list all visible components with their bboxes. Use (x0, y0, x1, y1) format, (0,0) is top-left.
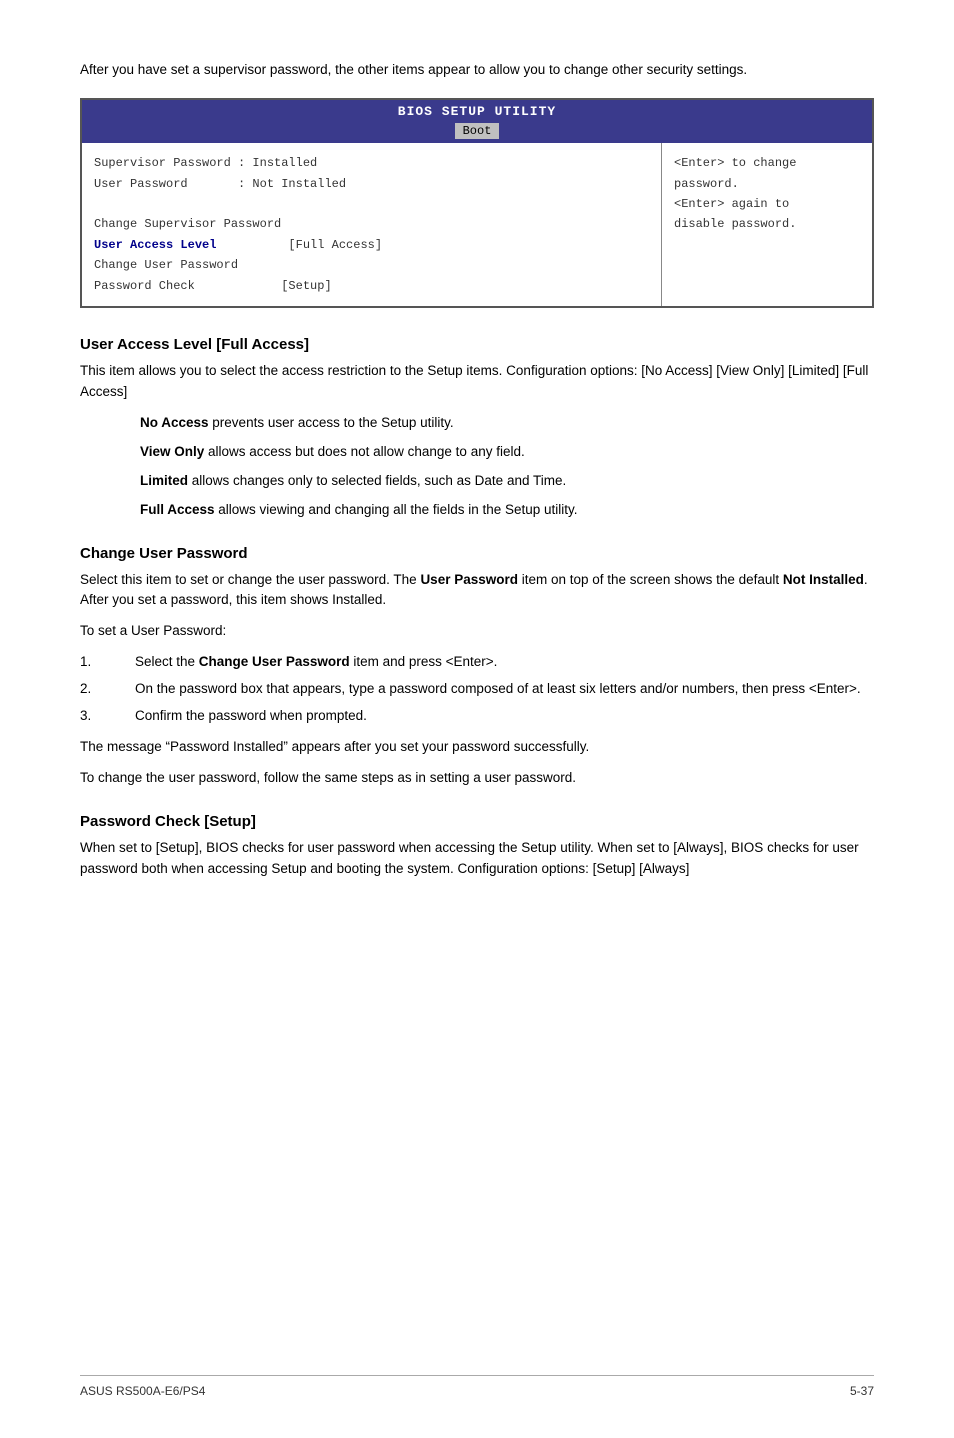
intro-paragraph: After you have set a supervisor password… (80, 60, 874, 80)
bios-hint-2: password. (674, 174, 860, 194)
item-num-3: 3. (80, 706, 135, 727)
numbered-list: 1. Select the Change User Password item … (80, 652, 874, 727)
bios-title: BIOS SETUP UTILITY (82, 100, 872, 119)
numbered-item-3: 3. Confirm the password when prompted. (80, 706, 874, 727)
section-user-access-level: User Access Level [Full Access] This ite… (80, 336, 874, 521)
numbered-item-2: 2. On the password box that appears, typ… (80, 679, 874, 700)
bios-body: Supervisor Password : Installed User Pas… (82, 143, 872, 306)
item-num-2: 2. (80, 679, 135, 700)
section-body-2c: The message “Password Installed” appears… (80, 737, 874, 758)
bios-hint-3: <Enter> again to (674, 194, 860, 214)
footer: ASUS RS500A-E6/PS4 5-37 (80, 1375, 874, 1398)
bios-boot-label: Boot (455, 123, 500, 139)
section-heading-1: User Access Level [Full Access] (80, 336, 874, 353)
bios-boot-bar: Boot (82, 119, 872, 143)
bios-line-3 (94, 194, 649, 214)
bios-hint-1: <Enter> to change (674, 153, 860, 173)
section-change-user-password: Change User Password Select this item to… (80, 545, 874, 789)
bios-hint-4: disable password. (674, 214, 860, 234)
section-body-2b: To set a User Password: (80, 621, 874, 642)
footer-left: ASUS RS500A-E6/PS4 (80, 1384, 205, 1398)
item-content-2: On the password box that appears, type a… (135, 679, 874, 700)
bios-screenshot: BIOS SETUP UTILITY Boot Supervisor Passw… (80, 98, 874, 308)
bios-line-4: Change Supervisor Password (94, 214, 649, 234)
section-body-2: Select this item to set or change the us… (80, 570, 874, 612)
item-num-1: 1. (80, 652, 135, 673)
bios-line-6: Change User Password (94, 255, 649, 275)
section-heading-3: Password Check [Setup] (80, 813, 874, 830)
indent-view-only: View Only allows access but does not all… (140, 442, 874, 463)
bios-line-1: Supervisor Password : Installed (94, 153, 649, 173)
bios-right-panel: <Enter> to change password. <Enter> agai… (662, 143, 872, 306)
section-heading-2: Change User Password (80, 545, 874, 562)
footer-right: 5-37 (850, 1384, 874, 1398)
bios-line-2: User Password : Not Installed (94, 174, 649, 194)
item-content-3: Confirm the password when prompted. (135, 706, 874, 727)
indent-no-access: No Access prevents user access to the Se… (140, 413, 874, 434)
bios-left-panel: Supervisor Password : Installed User Pas… (82, 143, 662, 306)
section-password-check: Password Check [Setup] When set to [Setu… (80, 813, 874, 880)
indent-full-access: Full Access allows viewing and changing … (140, 500, 874, 521)
indent-limited: Limited allows changes only to selected … (140, 471, 874, 492)
section-body-1: This item allows you to select the acces… (80, 361, 874, 403)
section-body-2d: To change the user password, follow the … (80, 768, 874, 789)
bios-line-7: Password Check [Setup] (94, 276, 649, 296)
item-content-1: Select the Change User Password item and… (135, 652, 874, 673)
section-body-3: When set to [Setup], BIOS checks for use… (80, 838, 874, 880)
numbered-item-1: 1. Select the Change User Password item … (80, 652, 874, 673)
bios-line-5: User Access Level [Full Access] (94, 235, 649, 255)
